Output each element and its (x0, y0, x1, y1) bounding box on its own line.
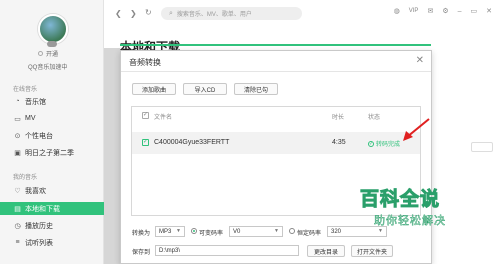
search-input[interactable]: ⌕ 搜索音乐、MV、歌单、用户 (161, 7, 302, 20)
avatar[interactable] (38, 14, 68, 44)
right-panel-button[interactable] (471, 142, 493, 152)
add-song-button[interactable]: 添加歌曲 (132, 83, 176, 95)
forward-icon[interactable]: ❯ (130, 9, 137, 18)
history-icon: ◷ (14, 222, 21, 230)
section-my-music: 我的音乐 (13, 175, 38, 181)
sidebar-item-tomorrow[interactable]: ▣ 明日之子第二季 (0, 146, 104, 159)
mail-icon[interactable]: ✉ (427, 7, 433, 15)
save-path-field[interactable]: D:\mp3\ (155, 245, 299, 256)
vip-button[interactable]: VIP (409, 8, 419, 14)
skin-icon[interactable]: ◍ (394, 7, 400, 15)
sidebar-item-music-hall[interactable]: ◔ 音乐馆 (0, 95, 104, 108)
chevron-down-icon: ▼ (176, 228, 181, 234)
check-circle-icon: ✓ (368, 140, 374, 147)
change-directory-button[interactable]: 更改目录 (307, 245, 345, 257)
search-placeholder: 搜索音乐、MV、歌单、用户 (176, 12, 252, 18)
sidebar-item-radio[interactable]: ⊙ 个性电台 (0, 129, 104, 142)
dialog-close-icon[interactable]: ✕ (416, 55, 424, 66)
window-controls: ◍ VIP ✉ ⚙ – ▭ ✕ (394, 7, 492, 16)
variable-bitrate-select[interactable]: V0 ▼ (229, 226, 283, 237)
row-status: ✓ 转码完成 (368, 139, 400, 148)
save-to-label: 保存到 (132, 250, 151, 256)
download-icon: ▤ (14, 205, 21, 213)
search-icon: ⌕ (169, 9, 173, 17)
minimize-icon[interactable]: – (458, 8, 462, 15)
sidebar-item-favorites[interactable]: ♡ 我喜欢 (0, 184, 104, 197)
qq-accelerate-status: QQ音乐加速中 (28, 65, 68, 71)
avatar-badge-icon (47, 41, 57, 47)
back-icon[interactable]: ❮ (115, 9, 122, 18)
red-arrow-icon (403, 118, 430, 141)
convert-to-label: 转换为 (132, 231, 151, 237)
col-duration: 时长 (332, 115, 345, 121)
close-icon[interactable]: ✕ (486, 7, 492, 15)
title-underline (120, 44, 436, 46)
music-hall-icon: ◔ (15, 98, 20, 105)
row-status-label: 转码完成 (376, 142, 401, 148)
mini-mode-icon[interactable]: ▭ (471, 7, 478, 15)
constant-bitrate-radio[interactable] (289, 228, 295, 234)
mv-icon: ▭ (14, 115, 21, 123)
top-bar: ❮ ❯ ↻ ⌕ 搜索音乐、MV、歌单、用户 ◍ VIP ✉ ⚙ – ▭ ✕ (105, 0, 500, 28)
dialog-title: 音频转换 (129, 58, 161, 67)
section-online-music: 在线音乐 (13, 87, 38, 93)
row-checkbox[interactable]: ✓ (142, 139, 149, 146)
sidebar: 开通 QQ音乐加速中 在线音乐 ◔ 音乐馆 ▭ MV ⊙ 个性电台 ▣ 明日之子… (0, 0, 104, 264)
chevron-down-icon: ▼ (274, 228, 279, 234)
vip-icon (38, 51, 43, 56)
heart-icon: ♡ (14, 187, 21, 195)
playlist-icon: ≡ (15, 239, 20, 246)
import-cd-button[interactable]: 导入CD (183, 83, 227, 95)
user-status-label: 开通 (46, 52, 59, 58)
watermark: 百科全说 助你轻松解决 (352, 178, 482, 234)
user-status[interactable]: 开通 (38, 49, 58, 58)
radio-icon: ⊙ (14, 132, 21, 140)
row-filename: C400004Gyue33FERTT (154, 139, 230, 146)
variable-bitrate-label: 可变码率 (199, 231, 224, 237)
watermark-subtitle: 助你轻松解决 (374, 215, 446, 228)
col-status: 状态 (368, 115, 381, 121)
sidebar-item-history[interactable]: ◷ 播放历史 (0, 219, 104, 232)
row-duration: 4:35 (332, 139, 346, 146)
tv-icon: ▣ (14, 149, 21, 157)
refresh-icon[interactable]: ↻ (145, 8, 152, 17)
sidebar-item-mv[interactable]: ▭ MV (0, 112, 104, 125)
constant-bitrate-label: 恒定码率 (297, 231, 322, 237)
watermark-title: 百科全说 (359, 189, 441, 211)
clear-checked-button[interactable]: 清除已勾 (234, 83, 278, 95)
select-all-checkbox[interactable]: ✓ (142, 112, 149, 119)
sidebar-item-local-download[interactable]: ▤ 本地和下载 (0, 202, 104, 215)
dialog-divider (121, 71, 431, 72)
variable-bitrate-radio[interactable] (191, 228, 197, 234)
settings-icon[interactable]: ⚙ (442, 7, 448, 15)
sidebar-item-playlist[interactable]: ≡ 试听列表 (0, 236, 104, 249)
col-filename: 文件名 (154, 115, 173, 121)
scroll-shadow (104, 48, 120, 264)
open-folder-button[interactable]: 打开文件夹 (351, 245, 393, 257)
table-row[interactable]: ✓ C400004Gyue33FERTT 4:35 ✓ 转码完成 (132, 132, 420, 154)
format-select[interactable]: MP3 ▼ (155, 226, 185, 237)
